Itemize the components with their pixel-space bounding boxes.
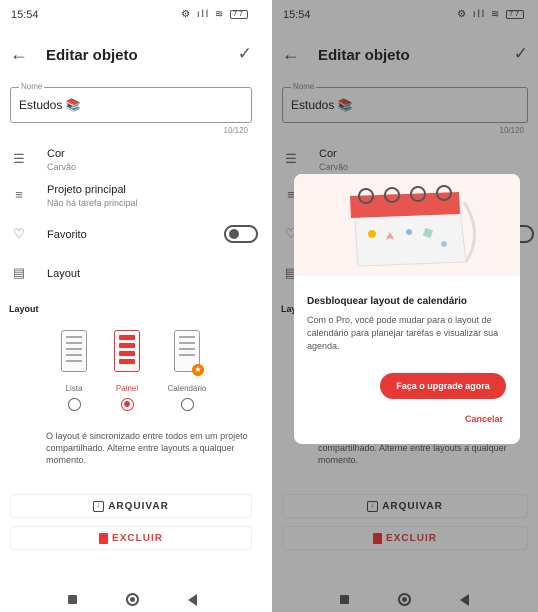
layout-title: Layout <box>47 268 81 280</box>
layout-option-label: Painel <box>115 384 139 393</box>
delete-label: EXCLUIR <box>112 533 163 544</box>
palette-icon: ☰ <box>13 151 25 166</box>
favorite-title: Favorito <box>47 229 87 241</box>
color-value: Carvão <box>47 162 77 172</box>
archive-label: ARQUIVAR <box>108 501 169 512</box>
check-icon[interactable]: ✓ <box>238 44 252 64</box>
layout-icon: ▤ <box>12 265 26 280</box>
layout-section-title: Layout <box>9 304 39 314</box>
project-icon: ≡ <box>15 187 23 202</box>
calendar-illustration <box>294 174 520 276</box>
project-title: Projeto principal <box>47 184 126 196</box>
layout-option-calendar[interactable]: ★ Calendário <box>167 330 207 420</box>
archive-button[interactable]: ↓ ARQUIVAR <box>10 494 252 518</box>
star-icon: ★ <box>192 364 204 376</box>
status-icons: ⚙ ıll ≋ 77 <box>181 9 248 20</box>
screen-upgrade-dialog: 15:54 ⚙ ıll ≋ 77 ← Editar objeto ✓ Nome … <box>272 0 538 612</box>
radio-board[interactable] <box>120 398 134 411</box>
board-layout-icon <box>114 330 140 372</box>
wifi-icon: ⚙ ıll ≋ <box>181 9 226 20</box>
delete-button[interactable]: EXCLUIR <box>10 526 252 550</box>
upgrade-button[interactable]: Faça o upgrade agora <box>380 373 506 399</box>
color-row[interactable]: ☰ Cor Carvão <box>0 143 262 177</box>
back-arrow-icon[interactable]: ← <box>10 44 28 65</box>
favorite-toggle[interactable] <box>224 225 258 243</box>
color-title: Cor <box>47 148 65 160</box>
status-bar: 15:54 ⚙ ıll ≋ 77 <box>11 9 248 23</box>
battery-icon: 77 <box>230 9 248 19</box>
home-icon[interactable] <box>126 593 139 606</box>
name-field-label: Nome <box>19 82 45 91</box>
dialog-body: Com o Pro, você pode mudar para o layout… <box>307 315 499 351</box>
layout-option-board[interactable]: Painel <box>107 330 147 420</box>
calendar-layout-icon: ★ <box>174 330 204 376</box>
recents-icon[interactable] <box>68 595 77 604</box>
char-counter: 10/120 <box>223 126 248 135</box>
status-time: 15:54 <box>11 9 39 21</box>
radio-list[interactable] <box>67 398 81 411</box>
page-title: Editar objeto <box>46 47 138 64</box>
upgrade-dialog: Desbloquear layout de calendário Com o P… <box>294 174 520 444</box>
layout-option-label: Calendário <box>167 384 207 393</box>
system-nav-bar <box>0 592 262 608</box>
radio-calendar[interactable] <box>180 398 194 411</box>
dialog-title: Desbloquear layout de calendário <box>307 296 468 307</box>
app-bar: ← Editar objeto ✓ <box>0 44 262 70</box>
nav-back-icon[interactable] <box>188 594 197 606</box>
layout-option-label: Lista <box>65 384 83 393</box>
trash-icon <box>99 532 109 544</box>
layout-note: O layout é sincronizado entre todos em u… <box>46 431 248 465</box>
layout-option-list[interactable]: Lista <box>54 330 94 420</box>
name-field-value: Estudos 📚 <box>19 98 81 112</box>
name-field[interactable]: Nome Estudos 📚 <box>10 82 252 123</box>
layout-row[interactable]: ▤ Layout <box>0 257 262 291</box>
cancel-button[interactable]: Cancelar <box>465 414 503 424</box>
divider <box>262 0 272 612</box>
archive-icon: ↓ <box>93 500 105 512</box>
list-layout-icon <box>61 330 87 372</box>
toggle-knob <box>229 229 239 239</box>
project-value: Não há tarefa principal <box>47 198 138 208</box>
project-row[interactable]: ≡ Projeto principal Não há tarefa princi… <box>0 179 262 213</box>
heart-icon: ♡ <box>13 226 25 241</box>
favorite-row[interactable]: ♡ Favorito <box>0 218 262 252</box>
screen-edit-object: 15:54 ⚙ ıll ≋ 77 ← Editar objeto ✓ Nome … <box>0 0 262 612</box>
